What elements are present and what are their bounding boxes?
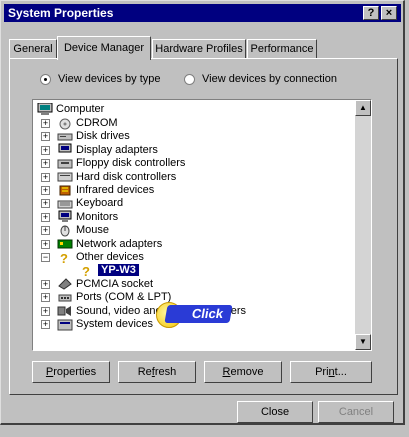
view-by-connection-label: View devices by connection [202,73,337,85]
expand-toggle[interactable]: + [41,320,50,329]
tree-item-selected[interactable]: ? YP-W3 [79,263,139,279]
tab-device-manager[interactable]: Device Manager [57,36,151,60]
question-icon: ? [57,251,73,266]
infrared-icon [57,184,73,197]
help-button[interactable]: ? [363,6,379,20]
port-icon [57,291,73,304]
tab-performance[interactable]: Performance [247,39,317,59]
floppy-controller-icon [57,157,73,170]
keyboard-icon [57,197,73,210]
cdrom-icon [57,117,73,130]
scroll-down-button[interactable]: ▼ [355,334,371,350]
collapse-toggle[interactable]: − [41,253,50,262]
expand-toggle[interactable]: + [41,306,50,316]
radio-by-type[interactable] [40,73,51,85]
expand-toggle[interactable]: + [41,226,50,236]
tree-item[interactable]: Keyboard [57,196,123,210]
view-by-type-option[interactable]: View devices by type [40,73,161,85]
tree-item[interactable]: Monitors [57,210,118,224]
tree-item-label: Infrared devices [76,184,155,196]
close-icon[interactable]: × [381,6,397,20]
expand-toggle[interactable]: + [41,172,50,182]
tree-item[interactable]: System devices [57,317,153,331]
tree-item[interactable]: CDROM [57,116,118,130]
tree-item-label: Hard disk controllers [76,170,177,183]
tree-item-label: YP-W3 [98,264,139,277]
radio-by-connection[interactable] [184,73,195,85]
svg-text:?: ? [60,251,68,264]
tree-item-label: Floppy disk controllers [76,157,186,170]
tree-item-label: Disk drives [76,130,130,143]
tree-item[interactable]: Infrared devices [57,183,154,197]
pcmcia-icon [57,277,73,290]
click-label: Click [190,306,225,321]
disk-drive-icon [57,130,73,143]
tree-item-label: Mouse [76,224,110,237]
hard-disk-controller-icon [57,170,73,183]
scroll-up-button[interactable]: ▲ [355,100,371,116]
tree-item-label: CDROM [76,117,118,129]
expand-toggle[interactable]: + [41,186,50,195]
expand-toggle[interactable]: + [41,279,50,289]
expand-toggle[interactable]: + [41,212,50,222]
tree-item[interactable]: Hard disk controllers [57,170,176,184]
tree-item[interactable]: Ports (COM & LPT) [57,290,171,304]
question-icon: ? [79,264,95,279]
system-icon [57,318,73,331]
expand-toggle[interactable]: + [41,293,50,303]
network-adapter-icon [57,237,73,250]
close-button[interactable]: Close [237,401,313,423]
print-button[interactable]: Print... [290,361,372,383]
tree-item[interactable]: Floppy disk controllers [57,156,185,170]
sound-icon [57,304,73,317]
device-manager-panel: View devices by type View devices by con… [9,58,398,395]
properties-label: roperties [53,366,97,378]
title-bar[interactable]: System Properties ? × [4,4,401,22]
tree-item-label: Display adapters [76,143,158,156]
tree-item-label: Network adapters [76,237,163,250]
tree-root-label: Computer [56,103,105,115]
tab-hardware-profiles[interactable]: Hardware Profiles [152,39,246,59]
remove-button[interactable]: Remove [204,361,282,383]
tree-item[interactable]: PCMCIA socket [57,277,153,291]
click-badge: Click [164,305,233,323]
expand-toggle[interactable]: + [41,239,50,249]
tree-item-label: Keyboard [76,197,124,210]
tree-item[interactable]: Mouse [57,223,109,237]
system-properties-window: System Properties ? × General Device Man… [0,0,405,425]
expand-toggle[interactable]: + [41,132,50,142]
tree-item-label: Monitors [76,210,119,223]
tree-item-label: PCMCIA socket [76,277,154,290]
tree-item[interactable]: Display adapters [57,143,158,157]
tree-item[interactable]: Network adapters [57,237,162,251]
svg-text:?: ? [82,264,90,277]
refresh-button[interactable]: Refresh [118,361,196,383]
expand-toggle[interactable]: + [41,159,50,169]
computer-icon [37,102,53,116]
cancel-button[interactable]: Cancel [318,401,394,423]
scrollbar[interactable]: ▲ ▼ [355,100,371,350]
tree-item-label: Ports (COM & LPT) [76,291,172,304]
expand-toggle[interactable]: + [41,119,50,128]
tree-item-label: System devices [76,318,154,330]
properties-button[interactable]: Properties [32,361,110,383]
view-by-connection-option[interactable]: View devices by connection [184,73,337,85]
window-title: System Properties [8,6,114,20]
mouse-icon [57,224,73,237]
tab-general[interactable]: General [9,39,57,59]
expand-toggle[interactable]: + [41,199,50,209]
tree-root[interactable]: Computer [37,102,104,116]
display-adapter-icon [57,143,73,156]
tree-item[interactable]: ? Other devices [57,250,144,266]
view-by-type-label: View devices by type [58,73,161,85]
monitor-icon [57,210,73,223]
expand-toggle[interactable]: + [41,145,50,155]
tree-item-label: Other devices [76,251,144,263]
tree-item[interactable]: Disk drives [57,129,130,143]
